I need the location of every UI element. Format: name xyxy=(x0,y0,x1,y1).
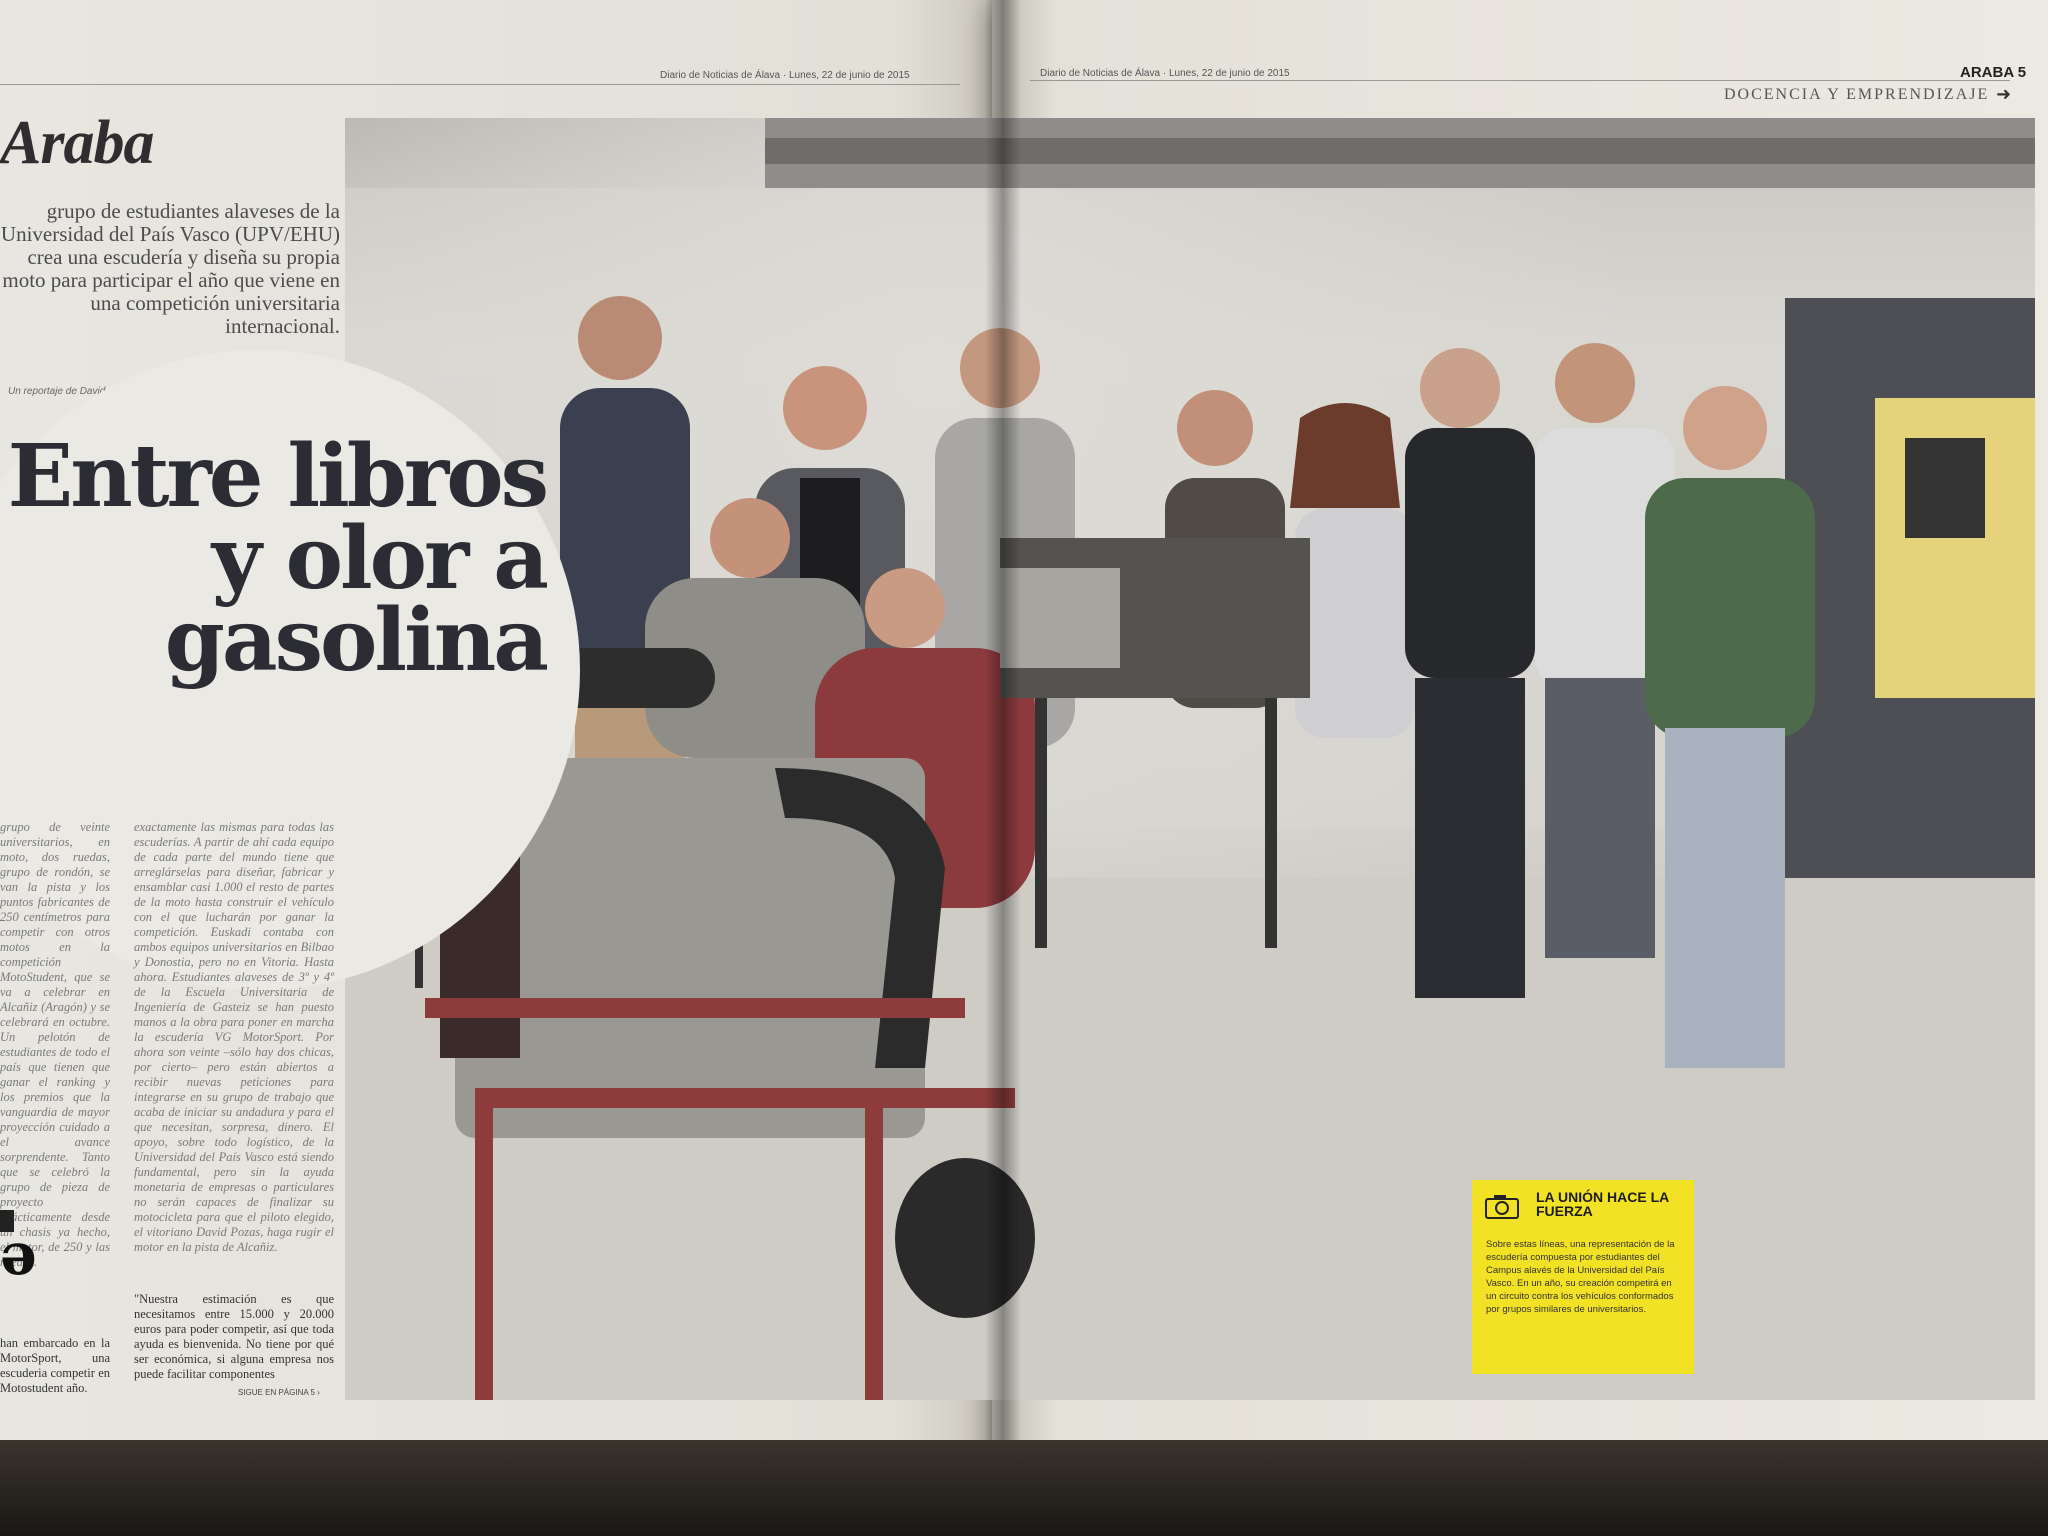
article-column: "Nuestra estimación es que necesitamos e… xyxy=(134,1292,334,1381)
camera-icon xyxy=(1485,1195,1519,1219)
folio: Diario de Noticias de Álava · Lunes, 22 … xyxy=(660,70,910,81)
page-gutter xyxy=(985,0,1021,1480)
drop-mark: ə xyxy=(0,1220,37,1288)
standfirst: grupo de estudiantes alaveses de la Univ… xyxy=(0,199,340,338)
team-photo xyxy=(345,118,2035,1400)
folio-rule xyxy=(0,84,960,85)
caption-title: LA UNIÓN HACE LA FUERZA xyxy=(1536,1189,1669,1219)
article-column: exactamente las mismas para todas las es… xyxy=(134,820,334,1254)
folio-rule xyxy=(1030,80,2010,81)
headline: Entre libros y olor a gasolina xyxy=(7,426,549,691)
page-number: ARABA 5 xyxy=(1960,64,2027,81)
article-column: han embarcado en la MotorSport, una escu… xyxy=(0,1336,110,1395)
folio: Diario de Noticias de Álava · Lunes, 22 … xyxy=(1040,68,1290,79)
continues-label: SIGUE EN PÁGINA 5 › xyxy=(238,1388,320,1397)
arrow-right-icon: ➜ xyxy=(1996,84,2012,104)
table-surface xyxy=(0,1440,2048,1536)
caption-text: Sobre estas líneas, una representación d… xyxy=(1486,1239,1675,1315)
article-column: grupo de veinte universitarios, en moto,… xyxy=(0,820,110,1269)
section-name: Araba xyxy=(0,109,154,177)
section-tag: DOCENCIA Y EMPRENDIZAJE xyxy=(1724,86,1990,103)
team-photo-illustration xyxy=(345,118,2035,1400)
